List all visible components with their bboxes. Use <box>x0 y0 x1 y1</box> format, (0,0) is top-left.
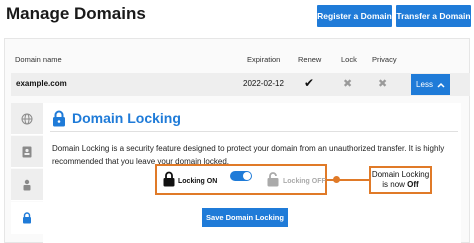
less-label: Less <box>416 80 433 89</box>
sidebar-tab-dns[interactable] <box>11 103 43 135</box>
settings-sidebar <box>11 103 43 243</box>
lock-icon <box>23 211 31 223</box>
sidebar-tab-locking[interactable] <box>11 202 43 234</box>
save-domain-locking-button[interactable]: Save Domain Locking <box>202 208 288 227</box>
callout-text: Domain Locking is now <box>371 170 430 189</box>
register-domain-button[interactable]: Register a Domain <box>317 5 392 27</box>
chevron-up-icon <box>437 82 445 88</box>
sidebar-tab-privacy[interactable] <box>11 169 43 201</box>
person-lock-icon <box>23 179 31 190</box>
locking-off-label[interactable]: Locking OFF <box>283 178 326 185</box>
status-callout: Domain Locking is now Off <box>369 166 432 194</box>
expiration-cell: 2022-02-12 <box>243 79 284 88</box>
column-header-expiration: Expiration <box>247 55 281 64</box>
globe-icon <box>21 113 33 124</box>
page-title: Manage Domains <box>6 4 146 23</box>
callout-connector-dot <box>333 176 340 183</box>
transfer-domain-button[interactable]: Transfer a Domain <box>396 5 471 27</box>
column-header-domain: Domain name <box>15 55 62 64</box>
lock-x-icon: ✖ <box>343 78 353 90</box>
lock-open-icon <box>267 172 279 187</box>
column-header-lock: Lock <box>341 55 357 64</box>
sidebar-tab-contacts[interactable] <box>11 136 43 168</box>
section-divider <box>50 131 458 132</box>
privacy-x-icon: ✖ <box>378 78 388 90</box>
callout-state: Off <box>407 180 419 189</box>
locking-on-label[interactable]: Locking ON <box>178 178 217 185</box>
toggle-knob <box>243 172 251 180</box>
section-title: Domain Locking <box>72 110 181 126</box>
column-header-renew: Renew <box>298 55 322 64</box>
lock-closed-icon <box>163 171 175 187</box>
domain-name-cell[interactable]: example.com <box>16 79 67 88</box>
table-row <box>11 73 470 96</box>
column-header-privacy: Privacy <box>372 55 397 64</box>
less-button[interactable]: Less <box>411 74 450 95</box>
renew-check-icon: ✔ <box>304 76 315 90</box>
locking-toggle[interactable] <box>230 171 252 181</box>
contact-card-icon <box>22 146 32 157</box>
lock-title-icon <box>53 110 65 127</box>
